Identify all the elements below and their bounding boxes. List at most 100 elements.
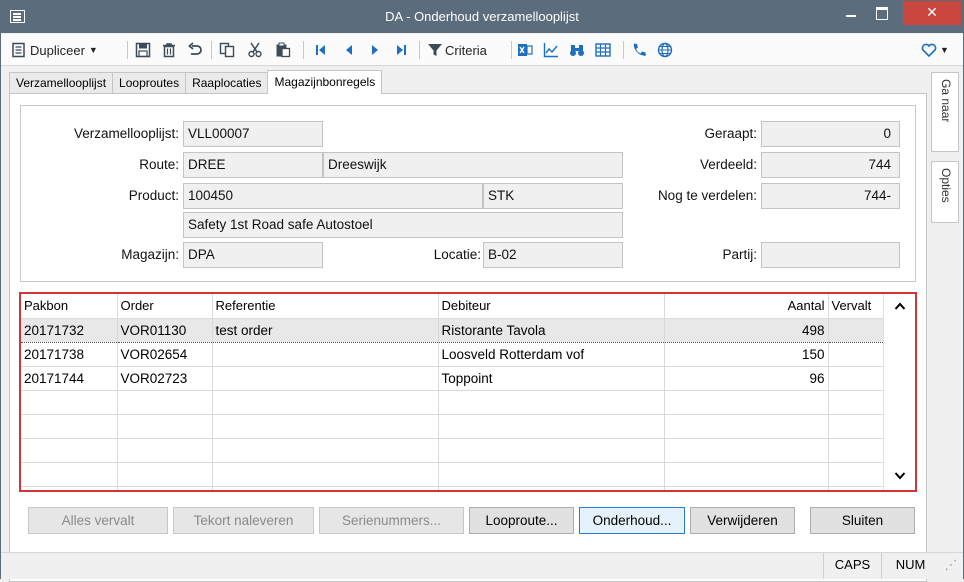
undo-button[interactable] — [187, 40, 203, 60]
first-record-button[interactable] — [313, 40, 329, 60]
duplicate-label: Dupliceer — [30, 42, 85, 58]
cell-order[interactable]: VOR02654 — [117, 342, 213, 367]
export-excel-button[interactable] — [517, 40, 533, 60]
cell-vervalt[interactable] — [828, 366, 884, 391]
column-header-vervalt[interactable]: Vervalt — [828, 294, 884, 319]
tekort-naleveren-button[interactable]: Tekort naleveren — [173, 507, 314, 534]
tab-magazijnbonregels[interactable]: Magazijnbonregels — [267, 70, 383, 94]
cell-aantal[interactable]: 498 — [664, 317, 829, 343]
empty-row[interactable] — [21, 462, 884, 487]
cell-pakbon[interactable]: 20171732 — [21, 317, 118, 343]
table-row[interactable]: 20171732 VOR01130 test order Ristorante … — [21, 317, 884, 343]
criteria-button[interactable]: Criteria — [427, 40, 487, 60]
cell-debiteur[interactable]: Ristorante Tavola — [438, 317, 665, 343]
route-name-field[interactable]: Dreeswijk — [323, 152, 623, 178]
paste-icon — [275, 42, 291, 58]
cell-debiteur[interactable]: Toppoint — [438, 366, 665, 391]
tab-verzamellooplijst[interactable]: Verzamellooplijst — [9, 72, 114, 94]
product-label: Product: — [128, 188, 179, 203]
cell-referentie[interactable] — [212, 366, 439, 391]
close-button[interactable]: ✕ — [903, 1, 961, 25]
cell-order[interactable]: VOR01130 — [117, 317, 213, 343]
duplicate-button[interactable]: Dupliceer ▼ — [11, 40, 98, 60]
tab-strip: Verzamellooplijst Looproutes Raaplocatie… — [9, 70, 383, 94]
cut-button[interactable] — [247, 40, 263, 60]
order-lines-grid[interactable]: Pakbon Order Referentie Debiteur Aantal … — [19, 292, 917, 492]
favorites-button[interactable]: ▼ — [921, 40, 949, 60]
cell-aantal[interactable]: 150 — [664, 342, 829, 367]
delete-button[interactable] — [161, 40, 177, 60]
save-icon — [135, 42, 151, 58]
cell-vervalt[interactable] — [828, 342, 884, 367]
tab-raaplocaties[interactable]: Raaplocaties — [185, 72, 269, 94]
title-bar[interactable]: DA - Onderhoud verzamellooplijst ✕ — [1, 1, 963, 33]
minimize-button[interactable] — [836, 1, 866, 25]
web-button[interactable] — [657, 40, 673, 60]
undo-icon — [187, 42, 203, 58]
empty-row[interactable] — [21, 438, 884, 463]
cell-referentie[interactable] — [212, 342, 439, 367]
column-header-referentie[interactable]: Referentie — [212, 294, 439, 319]
empty-row[interactable] — [21, 414, 884, 439]
looproute-button[interactable]: Looproute... — [469, 507, 574, 534]
nog-te-verdelen-label: Nog te verdelen: — [657, 188, 757, 203]
table-row[interactable]: 20171744 VOR02723 Toppoint 96 — [21, 366, 884, 391]
column-header-pakbon[interactable]: Pakbon — [21, 294, 118, 319]
call-button[interactable] — [631, 40, 647, 60]
toolbar-separator — [623, 41, 624, 59]
last-record-button[interactable] — [393, 40, 409, 60]
column-header-order[interactable]: Order — [117, 294, 213, 319]
maximize-button[interactable] — [867, 1, 897, 25]
verzamellooplijst-field[interactable]: VLL00007 — [183, 121, 323, 147]
locatie-field[interactable]: B-02 — [483, 242, 623, 268]
route-code-field[interactable]: DREE — [183, 152, 323, 178]
column-header-aantal[interactable]: Aantal — [664, 294, 829, 319]
verdeeld-label: Verdeeld: — [699, 157, 757, 172]
serienummers-button[interactable]: Serienummers... — [319, 507, 464, 534]
product-code-field[interactable]: 100450 — [183, 183, 483, 209]
save-button[interactable] — [135, 40, 151, 60]
next-record-button[interactable] — [367, 40, 383, 60]
cell-vervalt[interactable] — [828, 317, 884, 343]
side-tab-options[interactable]: Opties — [931, 161, 959, 223]
product-unit-field[interactable]: STK — [483, 183, 623, 209]
search-button[interactable] — [569, 40, 585, 60]
grid-view-button[interactable] — [595, 40, 611, 60]
chart-button[interactable] — [543, 40, 559, 60]
column-header-debiteur[interactable]: Debiteur — [438, 294, 665, 319]
magazijn-field[interactable]: DPA — [183, 242, 323, 268]
chevron-down-icon[interactable]: ▼ — [89, 45, 98, 55]
cell-debiteur[interactable]: Loosveld Rotterdam vof — [438, 342, 665, 367]
product-description-field[interactable]: Safety 1st Road safe Autostoel — [183, 212, 623, 238]
alles-vervalt-button[interactable]: Alles vervalt — [28, 507, 168, 534]
sluiten-button[interactable]: Sluiten — [810, 507, 915, 534]
partij-field[interactable] — [761, 242, 900, 268]
empty-row[interactable] — [21, 486, 884, 490]
cell-order[interactable]: VOR02723 — [117, 366, 213, 391]
table-row[interactable]: 20171738 VOR02654 Loosveld Rotterdam vof… — [21, 342, 884, 367]
chevron-down-icon[interactable]: ▼ — [940, 45, 949, 55]
grid-scrollbar[interactable] — [883, 294, 915, 490]
cell-pakbon[interactable]: 20171744 — [21, 366, 118, 391]
paste-button[interactable] — [275, 40, 291, 60]
scroll-down-icon[interactable] — [884, 466, 915, 488]
resize-grip-icon[interactable]: ⋰ — [941, 553, 961, 579]
line-chart-icon — [543, 42, 559, 58]
cell-aantal[interactable]: 96 — [664, 366, 829, 391]
nog-te-verdelen-field[interactable]: 744- — [761, 183, 900, 209]
window-title: DA - Onderhoud verzamellooplijst — [385, 9, 579, 24]
side-tab-goto[interactable]: Ga naar — [931, 72, 959, 152]
verdeeld-field[interactable]: 744 — [761, 152, 900, 178]
empty-row[interactable] — [21, 390, 884, 415]
locatie-label: Locatie: — [433, 247, 481, 262]
scroll-up-icon[interactable] — [884, 296, 915, 318]
verzamellooplijst-label: Verzamellooplijst: — [73, 126, 179, 141]
previous-record-button[interactable] — [341, 40, 357, 60]
copy-button[interactable] — [219, 40, 235, 60]
verwijderen-button[interactable]: Verwijderen — [690, 507, 795, 534]
onderhoud-button[interactable]: Onderhoud... — [579, 507, 685, 534]
tab-looproutes[interactable]: Looproutes — [112, 72, 187, 94]
cell-referentie[interactable]: test order — [212, 317, 439, 343]
cell-pakbon[interactable]: 20171738 — [21, 342, 118, 367]
geraapt-field[interactable]: 0 — [761, 121, 900, 147]
